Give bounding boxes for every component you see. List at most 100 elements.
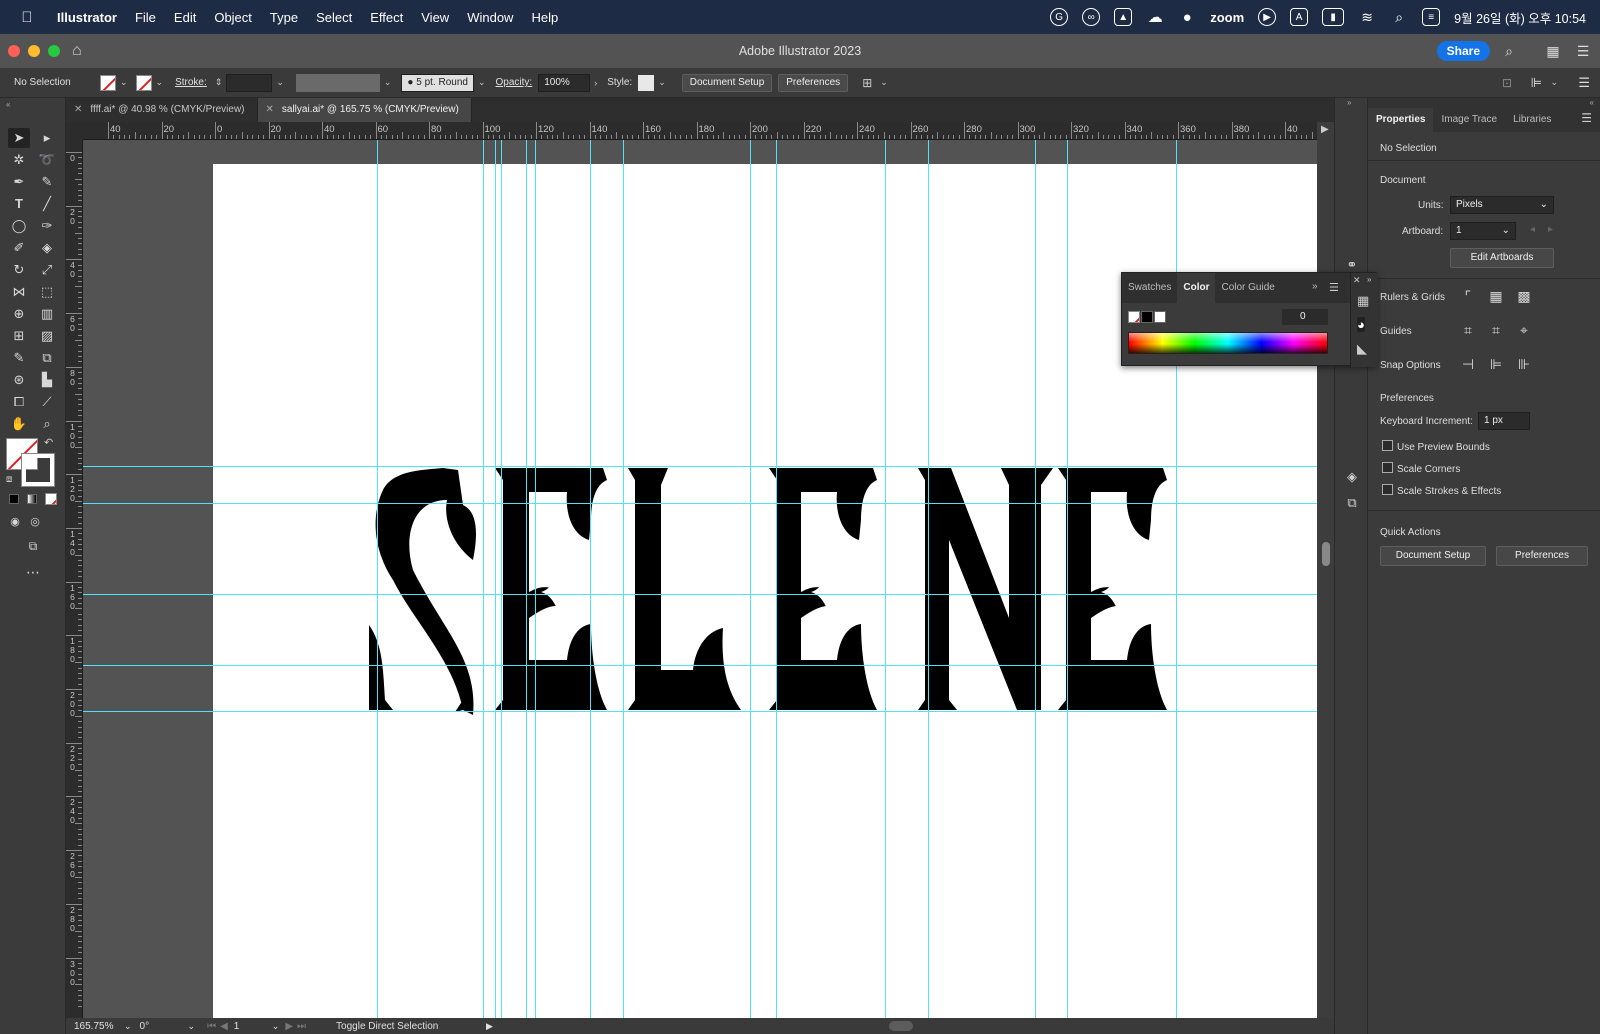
menu-window[interactable]: Window <box>467 10 513 25</box>
play-icon[interactable]: ▶ <box>1258 8 1277 26</box>
lock-guides-icon[interactable]: ⌗ <box>1486 320 1506 340</box>
menu-file[interactable]: File <box>135 10 156 25</box>
chevron-down-icon[interactable]: ⌄ <box>658 77 666 88</box>
scrollbar-thumb[interactable] <box>1322 542 1330 566</box>
curvature-tool-icon[interactable]: ✎ <box>36 172 58 192</box>
slice-tool-icon[interactable]: ⟋ <box>36 392 58 412</box>
snap-to-grid-icon[interactable]: ⊫ <box>1486 354 1506 374</box>
collapse-panel-icon[interactable]: « <box>6 100 10 109</box>
document-tab[interactable]: ✕ ffff.ai* @ 40.98 % (CMYK/Preview) <box>66 98 258 122</box>
artboards-panel-icon[interactable]: ⧉ <box>1343 494 1361 512</box>
chevron-down-icon[interactable]: ⌄ <box>188 1021 196 1032</box>
home-icon[interactable]: ⌂ <box>72 42 82 60</box>
panel-menu-icon[interactable]: ☰ <box>1578 75 1590 91</box>
swap-colors-icon[interactable]: ↶ <box>44 436 53 449</box>
units-dropdown[interactable]: Pixels ⌄ <box>1450 196 1554 214</box>
paintbrush-tool-icon[interactable]: ✑ <box>36 216 58 236</box>
align-to-icon[interactable]: ⊫ <box>1531 75 1542 91</box>
control-center-icon[interactable]: ≡ <box>1422 8 1441 26</box>
apple-icon[interactable]:  <box>18 8 36 26</box>
vertical-guide[interactable] <box>623 140 624 1018</box>
menu-select[interactable]: Select <box>316 10 352 25</box>
share-button[interactable]: Share <box>1436 41 1490 61</box>
next-artboard-icon[interactable]: ▸ <box>1548 224 1553 235</box>
cloud-icon[interactable]: ☁ <box>1146 8 1164 26</box>
type-tool-icon[interactable]: T <box>8 194 30 214</box>
eyedropper-tool-icon[interactable]: ✎ <box>8 348 30 368</box>
previous-artboard-icon[interactable]: ◂ <box>1530 224 1535 235</box>
grammarly-icon[interactable]: G <box>1050 8 1069 26</box>
column-graph-tool-icon[interactable]: ▙ <box>36 370 58 390</box>
ruler-origin[interactable] <box>66 122 83 140</box>
vertical-scrollbar[interactable]: ▶ <box>1317 122 1334 1018</box>
color-value-field[interactable]: 0 <box>1282 309 1328 325</box>
stroke-label[interactable]: Stroke: <box>175 77 207 88</box>
input-source-indicator[interactable]: A <box>1290 8 1309 26</box>
play-icon[interactable]: ▶ <box>1321 124 1329 135</box>
gradient-mode-icon[interactable] <box>27 494 37 504</box>
graphic-style-swatch[interactable] <box>638 74 655 91</box>
chevron-down-icon[interactable]: ⌄ <box>880 77 888 88</box>
ruler-icon[interactable]: ⌜ <box>1458 286 1478 306</box>
horizontal-scroll-thumb[interactable] <box>889 1021 913 1031</box>
document-setup-button[interactable]: Document Setup <box>681 73 773 92</box>
horizontal-guide[interactable] <box>83 665 1317 666</box>
menu-app-name[interactable]: Illustrator <box>57 10 117 25</box>
layers-panel-icon[interactable]: ◈ <box>1343 468 1361 486</box>
tab-color[interactable]: Color <box>1177 273 1216 303</box>
vertical-guide[interactable] <box>501 140 502 1018</box>
color-spectrum-ramp[interactable] <box>1128 332 1328 354</box>
scale-strokes-checkbox[interactable] <box>1382 484 1393 495</box>
quick-preferences-button[interactable]: Preferences <box>1496 546 1588 566</box>
hand-tool-icon[interactable]: ✋ <box>8 414 30 434</box>
zoom-level-field[interactable]: 165.75% <box>74 1021 124 1032</box>
panel-menu-icon[interactable]: ☰ <box>1581 111 1592 125</box>
chevron-down-icon[interactable]: ⌄ <box>276 77 284 88</box>
vertical-guide[interactable] <box>495 140 496 1018</box>
search-icon[interactable]: ⌕ <box>1500 42 1518 60</box>
vertical-guide[interactable] <box>483 140 484 1018</box>
draw-normal-icon[interactable]: ◉ <box>4 512 26 532</box>
tab-properties[interactable]: Properties <box>1368 108 1434 132</box>
ellipse-tool-icon[interactable]: ◯ <box>8 216 30 236</box>
artboard-tool-icon[interactable]: ⧠ <box>8 392 30 412</box>
status-menu-icon[interactable]: ▶ <box>486 1021 493 1032</box>
show-guides-icon[interactable]: ⌗ <box>1458 320 1478 340</box>
color-mode-icon[interactable] <box>9 494 19 504</box>
pen-tool-icon[interactable]: ✒ <box>8 172 30 192</box>
snap-to-point-icon[interactable]: ⊣ <box>1458 354 1478 374</box>
last-artboard-icon[interactable]: ⏭ <box>297 1021 306 1032</box>
expand-panel-icon[interactable]: » <box>1312 281 1318 292</box>
chevron-down-icon[interactable]: ⌄ <box>272 1021 280 1032</box>
draw-behind-icon[interactable]: ◎ <box>24 512 46 532</box>
isolate-icon[interactable]: ⊡ <box>1502 76 1512 90</box>
chevron-right-icon[interactable]: › <box>594 78 597 88</box>
use-preview-bounds-checkbox[interactable] <box>1382 440 1393 451</box>
vertical-guide[interactable] <box>535 140 536 1018</box>
collapse-panel-icon[interactable]: « <box>1590 98 1594 107</box>
vertical-guide[interactable] <box>590 140 591 1018</box>
mesh-tool-icon[interactable]: ⊞ <box>8 326 30 346</box>
tab-swatches[interactable]: Swatches <box>1122 273 1177 303</box>
opacity-field[interactable]: 100% <box>538 73 591 92</box>
snap-to-pixel-icon[interactable]: ⊪ <box>1514 354 1534 374</box>
width-tool-icon[interactable]: ⋈ <box>8 282 30 302</box>
close-icon[interactable]: ✕ <box>1353 275 1361 286</box>
status-text[interactable]: Toggle Direct Selection <box>336 1021 486 1032</box>
screen-mode-icon[interactable]: ⧉ <box>22 536 44 556</box>
chevron-down-icon[interactable]: ⌄ <box>124 1021 132 1032</box>
white-swatch[interactable] <box>1154 311 1166 323</box>
vertical-guide[interactable] <box>928 140 929 1018</box>
collapse-dock-icon[interactable]: » <box>1347 98 1351 107</box>
vertical-guide[interactable] <box>1035 140 1036 1018</box>
stepper-icon[interactable]: ⇕ <box>215 77 223 88</box>
variable-width-profile[interactable] <box>295 73 380 92</box>
vertical-guide[interactable] <box>750 140 751 1018</box>
direct-selection-tool-icon[interactable]: ▸ <box>36 128 58 148</box>
previous-artboard-icon[interactable]: ◀ <box>220 1021 228 1032</box>
horizontal-guide[interactable] <box>83 466 1317 467</box>
wifi-icon[interactable]: ≋ <box>1358 8 1376 26</box>
none-swatch[interactable] <box>1128 311 1140 323</box>
none-mode-icon[interactable] <box>45 493 57 505</box>
eraser-tool-icon[interactable]: ◈ <box>36 238 58 258</box>
